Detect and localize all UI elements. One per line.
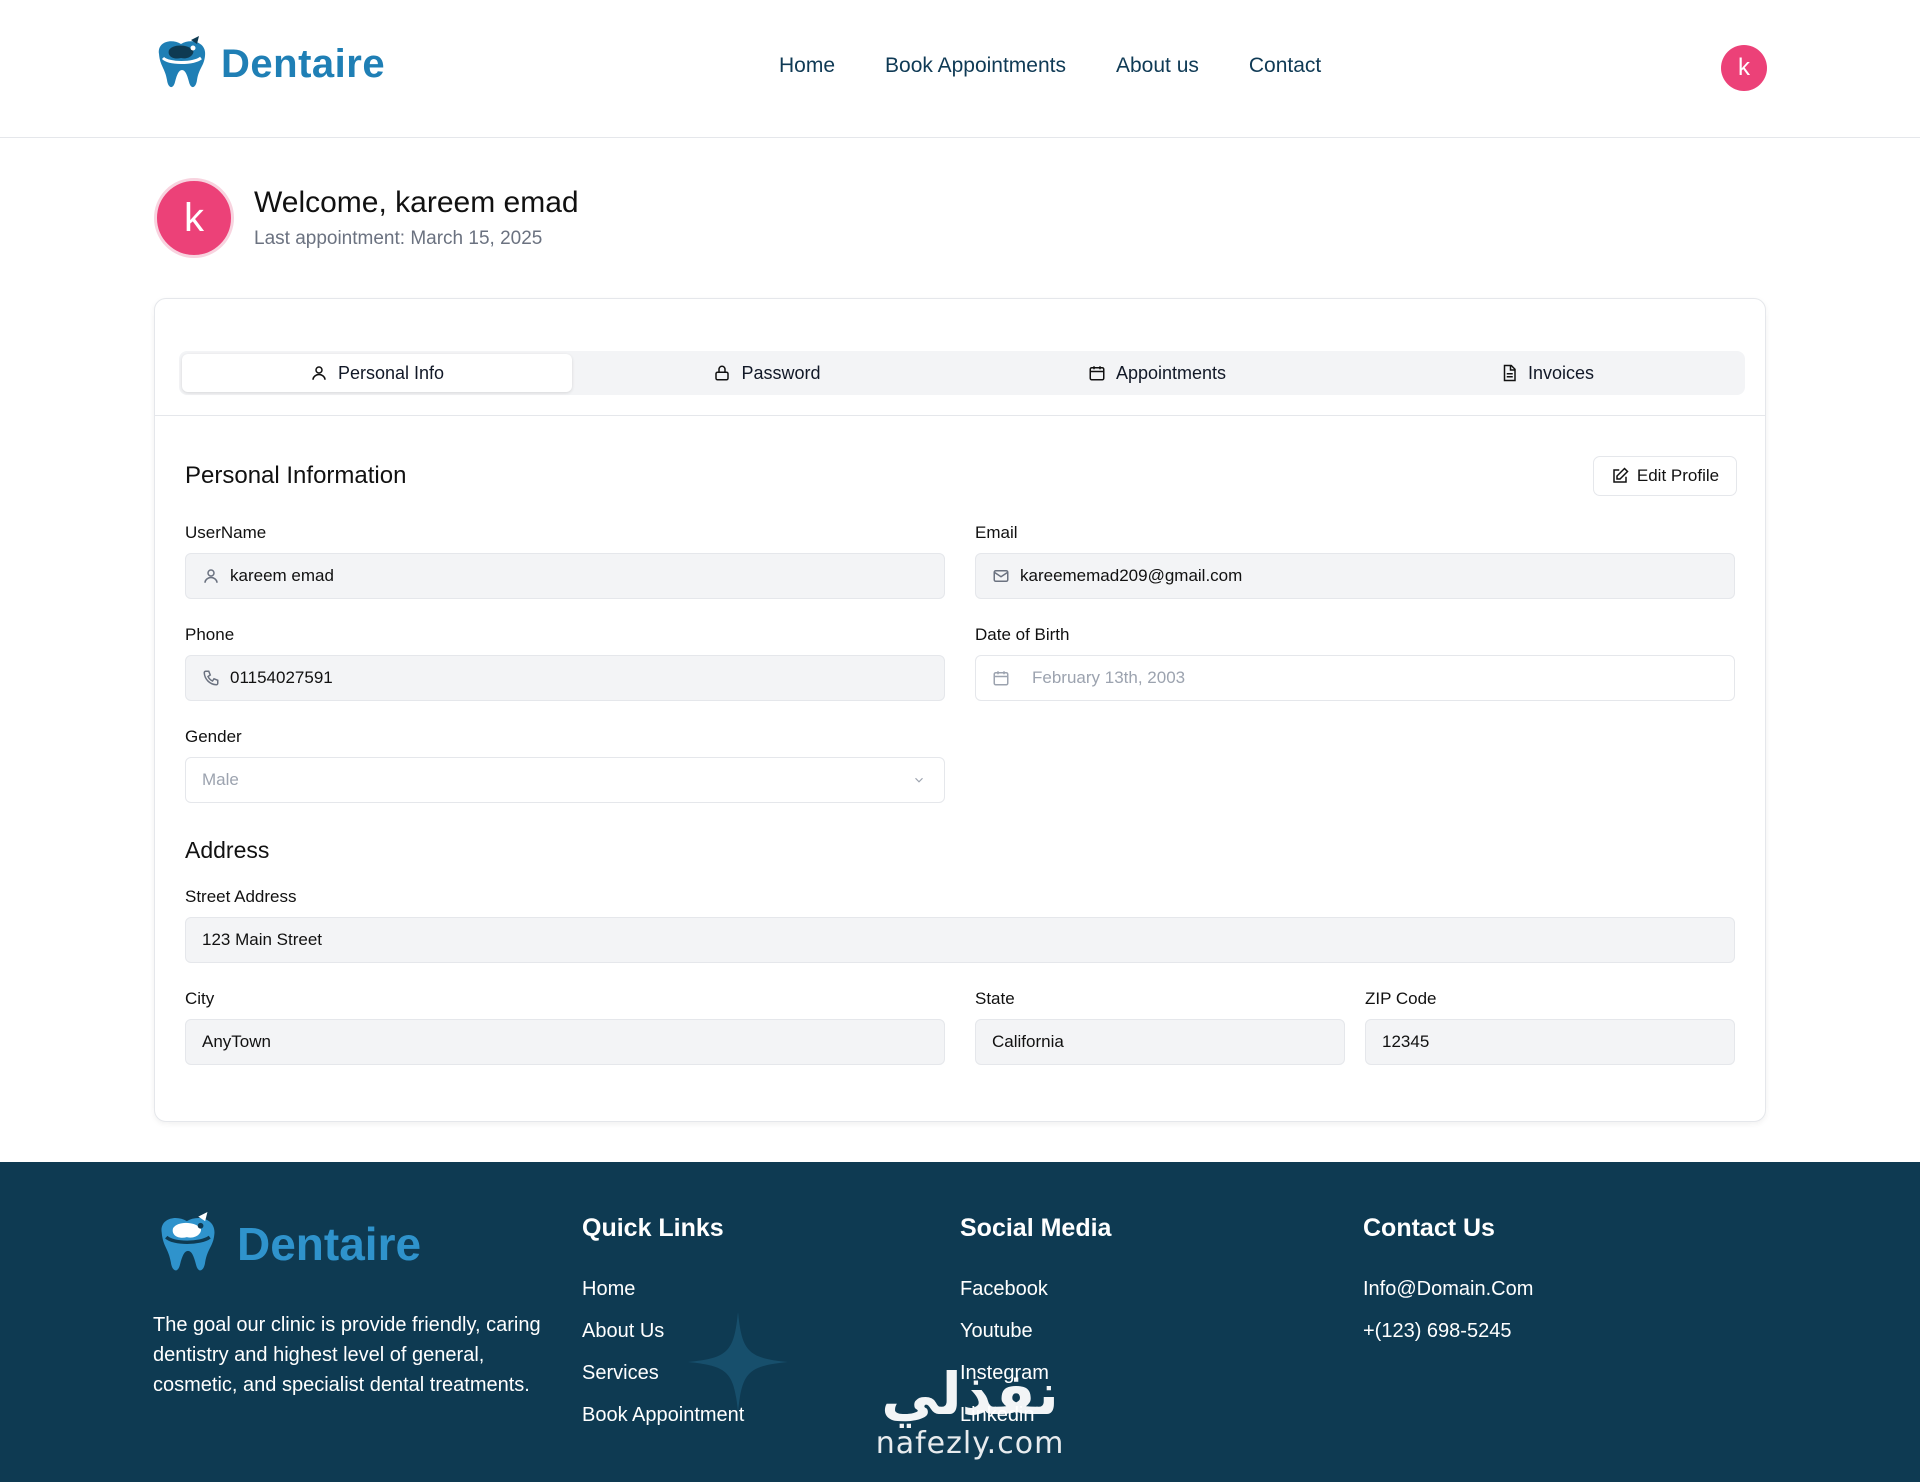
- contact-us-title: Contact Us: [1363, 1214, 1495, 1242]
- footer-brand-name: Dentaire: [237, 1218, 422, 1270]
- street-label: Street Address: [185, 887, 297, 906]
- city-field[interactable]: AnyTown: [185, 1019, 945, 1065]
- chevron-down-icon: [915, 777, 923, 783]
- gender-value: Male: [202, 770, 239, 789]
- dob-label: Date of Birth: [975, 625, 1070, 644]
- nav-book-appointments[interactable]: Book Appointments: [885, 54, 1066, 78]
- watermark-arabic-text: نفذلي: [881, 1360, 1059, 1428]
- gender-label: Gender: [185, 727, 242, 746]
- phone-value: 01154027591: [230, 668, 333, 687]
- tab-appointments[interactable]: Appointments: [962, 354, 1352, 392]
- dob-field[interactable]: February 13th, 2003: [975, 655, 1735, 701]
- tab-password[interactable]: Password: [572, 354, 962, 392]
- watermark-latin-text: nafezly.com: [875, 1426, 1065, 1461]
- site-footer: Dentaire The goal our clinic is provide …: [0, 1162, 1920, 1482]
- phone-label: Phone: [185, 625, 235, 644]
- state-label: State: [975, 989, 1015, 1008]
- edit-icon: [1613, 467, 1629, 483]
- mail-icon: [993, 570, 1009, 582]
- street-value: 123 Main Street: [202, 930, 323, 949]
- city-value: AnyTown: [202, 1032, 271, 1051]
- footer-description: The goal our clinic is provide friendly,…: [153, 1314, 541, 1396]
- footer-link-facebook[interactable]: Facebook: [960, 1278, 1049, 1320]
- email-label: Email: [975, 523, 1018, 542]
- city-label: City: [185, 989, 215, 1008]
- document-icon: [1503, 364, 1516, 382]
- tooth-logo-icon: [161, 1212, 215, 1271]
- contact-list: Info@Domain.Com +(123) 698-5245: [1363, 1278, 1533, 1362]
- email-value: kareememad209@gmail.com: [1020, 566, 1243, 585]
- brand-name: Dentaire: [221, 41, 386, 86]
- phone-icon: [203, 670, 219, 686]
- calendar-icon: [993, 671, 1009, 686]
- nav-home[interactable]: Home: [779, 54, 835, 78]
- personal-info-title: Personal Information: [185, 462, 407, 489]
- profile-avatar: k: [154, 178, 234, 258]
- zip-field[interactable]: 12345: [1365, 1019, 1735, 1065]
- username-field[interactable]: kareem emad: [185, 553, 945, 599]
- tabs-divider: [155, 415, 1765, 416]
- nav-contact[interactable]: Contact: [1249, 54, 1321, 78]
- state-field[interactable]: California: [975, 1019, 1345, 1065]
- contact-phone[interactable]: +(123) 698-5245: [1363, 1320, 1533, 1362]
- phone-field[interactable]: 01154027591: [185, 655, 945, 701]
- tab-label: Invoices: [1527, 362, 1595, 383]
- social-media-title: Social Media: [960, 1214, 1112, 1242]
- welcome-title: Welcome, kareem emad: [254, 186, 579, 219]
- quick-links-title: Quick Links: [582, 1214, 724, 1242]
- user-icon: [204, 569, 218, 583]
- profile-tabs: Personal Info Password Appointments Invo…: [179, 351, 1745, 395]
- contact-email[interactable]: Info@Domain.Com: [1363, 1278, 1533, 1320]
- brand-logo[interactable]: Dentaire: [153, 36, 385, 92]
- last-appointment-text: Last appointment: March 15, 2025: [254, 228, 543, 249]
- nafezly-watermark: نفذلي nafezly.com: [850, 1362, 1090, 1461]
- username-value: kareem emad: [230, 566, 334, 585]
- profile-card: Personal Info Password Appointments Invo…: [154, 298, 1766, 1122]
- tab-label: Personal Info: [337, 362, 445, 383]
- zip-value: 12345: [1382, 1032, 1430, 1051]
- tab-label: Appointments: [1115, 362, 1227, 383]
- footer-link-youtube[interactable]: Youtube: [960, 1320, 1049, 1362]
- site-header: Dentaire Home Book Appointments About us…: [0, 0, 1920, 138]
- edit-profile-label: Edit Profile: [1636, 466, 1720, 485]
- tab-label: Password: [741, 362, 821, 383]
- address-title: Address: [185, 837, 270, 863]
- gender-select[interactable]: Male: [185, 757, 945, 803]
- user-icon: [312, 366, 326, 380]
- username-label: UserName: [185, 523, 267, 542]
- edit-profile-button[interactable]: Edit Profile: [1593, 456, 1737, 496]
- main-nav: Home Book Appointments About us Contact: [779, 54, 1321, 78]
- tab-invoices[interactable]: Invoices: [1352, 354, 1742, 392]
- email-field[interactable]: kareememad209@gmail.com: [975, 553, 1735, 599]
- footer-logo[interactable]: Dentaire: [153, 1212, 421, 1276]
- street-field[interactable]: 123 Main Street: [185, 917, 1735, 963]
- lock-icon: [715, 365, 730, 381]
- user-avatar[interactable]: k: [1721, 45, 1767, 91]
- sparkle-decoration-icon: [688, 1312, 788, 1412]
- calendar-icon: [1089, 366, 1105, 381]
- tooth-logo-icon: [153, 36, 211, 92]
- nav-about-us[interactable]: About us: [1116, 54, 1199, 78]
- dob-value: February 13th, 2003: [1032, 668, 1186, 687]
- state-value: California: [992, 1032, 1064, 1051]
- tab-personal-info[interactable]: Personal Info: [182, 354, 572, 392]
- zip-label: ZIP Code: [1365, 989, 1437, 1008]
